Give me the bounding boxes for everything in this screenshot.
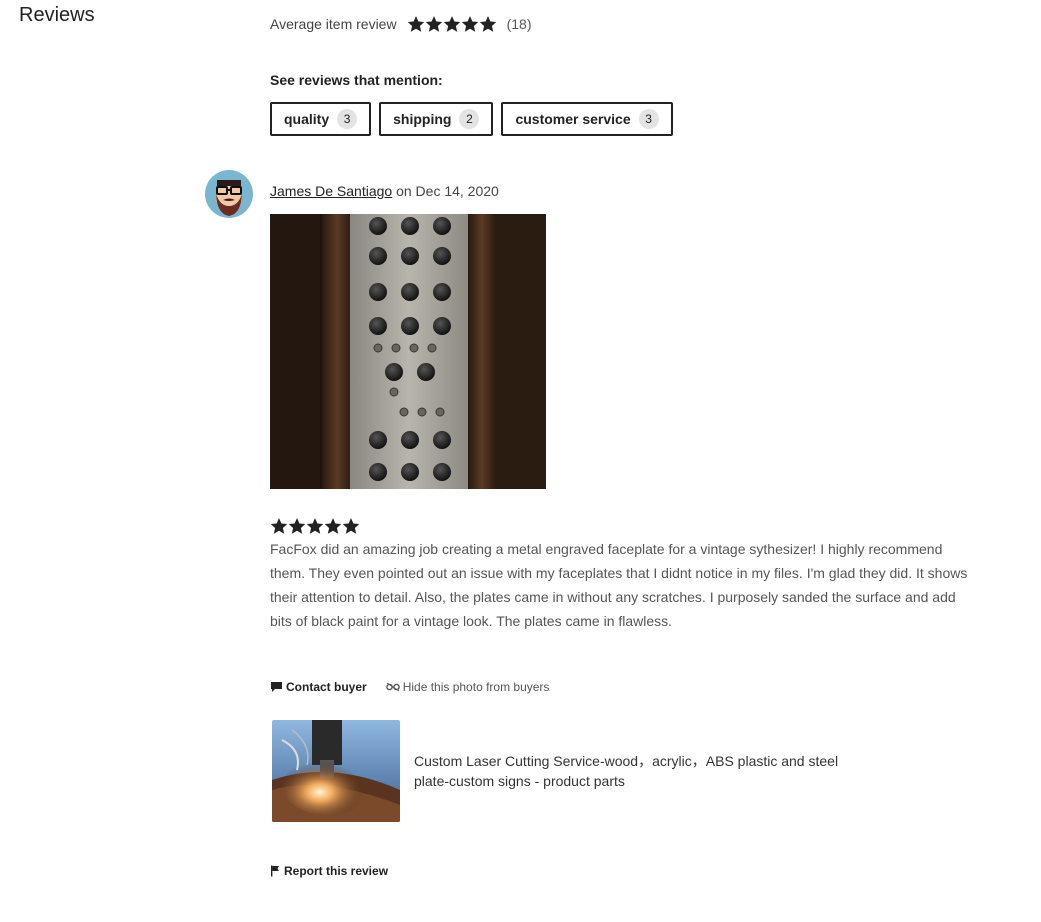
reviewer-on: on [396,183,412,199]
chip-quality[interactable]: quality 3 [270,102,372,136]
review-date: Dec 14, 2020 [415,183,499,199]
star-icon [306,518,324,534]
review-count: (18) [506,16,532,32]
star-icon [270,518,288,534]
chip-label: customer service [515,111,631,127]
star-icon [479,16,496,32]
mentions-title: See reviews that mention: [270,72,443,88]
average-rating-stars [407,15,497,33]
report-review-button[interactable]: Report this review [270,864,388,878]
review-rating-stars [270,517,360,535]
review-photo[interactable] [270,214,546,489]
star-icon [288,518,306,534]
flag-icon [271,865,279,877]
chip-customer-service[interactable]: customer service 3 [501,102,673,136]
mention-chips: quality 3 shipping 2 customer service 3 [270,102,673,136]
contact-buyer-label: Contact buyer [286,680,367,694]
chip-label: quality [284,111,330,127]
chip-count: 3 [638,109,659,129]
average-review-row: Average item review (18) [270,13,531,35]
hide-photo-label: Hide this photo from buyers [402,680,550,694]
review-text: FacFox did an amazing job creating a met… [270,541,968,629]
star-icon [342,518,360,534]
chip-shipping[interactable]: shipping 2 [379,102,494,136]
star-icon [407,16,424,32]
glasses-slash-icon [385,682,400,692]
reviewer-line: James De Santiago on Dec 14, 2020 [270,183,499,199]
section-title: Reviews [19,4,95,26]
review-actions: Contact buyer Hide this photo from buyer… [270,680,549,694]
chip-count: 2 [459,109,480,129]
product-thumbnail[interactable] [272,720,400,822]
chip-label: shipping [393,111,452,127]
chip-count: 3 [337,109,358,129]
star-icon [461,16,478,32]
contact-buyer-button[interactable]: Contact buyer [270,680,367,694]
star-icon [443,16,460,32]
star-icon [324,518,342,534]
reviewer-name-link[interactable]: James De Santiago [270,183,392,199]
star-icon [425,16,442,32]
reviewer-avatar[interactable] [205,170,253,218]
hide-photo-button[interactable]: Hide this photo from buyers [385,680,550,694]
message-icon [271,682,282,692]
report-review-label: Report this review [284,864,389,878]
product-title-link[interactable]: Custom Laser Cutting Service-wood，acryli… [414,751,854,791]
average-review-label: Average item review [270,16,397,32]
